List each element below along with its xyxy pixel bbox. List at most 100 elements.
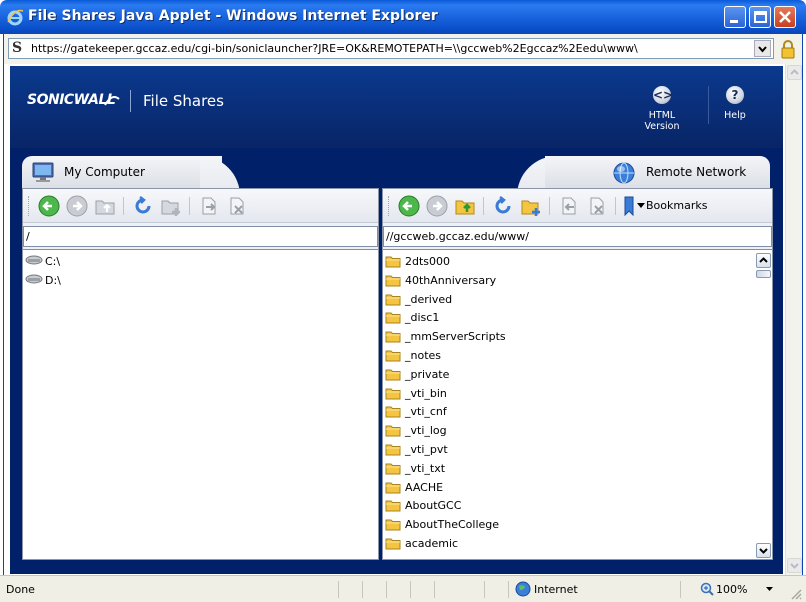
status-bar: Done Internet 100% [0, 575, 806, 602]
folder-icon [385, 538, 401, 550]
computer-icon [32, 162, 54, 182]
window-title-bar[interactable]: File Shares Java Applet - Windows Intern… [0, 0, 806, 34]
folder-icon [385, 500, 401, 512]
remote-file-list[interactable]: 2dts000 40thAnniversary _derived _disc1 _mmS… [383, 249, 772, 559]
page-scrollbar[interactable] [785, 64, 802, 575]
local-pane: / C:\ D:\ [22, 188, 379, 560]
help-label: Help [724, 110, 746, 121]
close-button[interactable] [774, 6, 796, 28]
status-divider [434, 581, 435, 598]
up-folder-icon[interactable] [93, 194, 117, 218]
toolbar-separator [549, 197, 550, 215]
chevron-down-icon [637, 203, 645, 208]
list-item-label: AACHE [405, 480, 444, 494]
list-item-label: _vti_pvt [405, 443, 448, 456]
new-folder-icon[interactable] [159, 194, 183, 218]
scroll-thumb[interactable] [756, 270, 771, 278]
chevron-up-icon [790, 69, 799, 75]
remote-path-field[interactable]: //gccweb.gccaz.edu/www/ [383, 226, 772, 247]
help-button[interactable]: ? Help [720, 86, 750, 121]
folder-icon [385, 425, 401, 437]
delete-icon[interactable] [585, 194, 609, 218]
list-item-label: _derived [405, 292, 453, 306]
page-content: SONICWALL File Shares <> HTML Version ? … [3, 64, 803, 575]
toolbar-grip [388, 196, 390, 216]
remote-toolbar: Bookmarks [383, 189, 772, 223]
html-version-label: HTML Version [644, 110, 680, 132]
scroll-up-button[interactable] [756, 253, 771, 268]
window-title: File Shares Java Applet - Windows Intern… [28, 8, 438, 24]
toolbar-separator [615, 197, 616, 215]
list-item-label: _vti_cnf [405, 405, 447, 419]
list-item-label: 40thAnniversary [405, 273, 497, 287]
list-item-label: _vti_bin [405, 386, 447, 400]
chevron-down-icon [759, 548, 768, 554]
ie-logo-icon [7, 9, 24, 26]
back-icon[interactable] [397, 194, 421, 218]
back-icon[interactable] [37, 194, 61, 218]
folder-icon [385, 294, 401, 306]
minimize-icon [730, 20, 738, 23]
resize-grip-icon[interactable] [790, 588, 802, 600]
folder-icon [385, 388, 401, 400]
tab-my-computer-edge [200, 156, 252, 188]
delete-icon[interactable] [225, 194, 249, 218]
upload-icon[interactable] [197, 194, 221, 218]
status-divider [410, 581, 411, 598]
header-divider [708, 86, 709, 124]
tab-remote-network-label: Remote Network [646, 165, 747, 179]
local-toolbar [23, 189, 378, 223]
minimize-button[interactable] [724, 6, 746, 28]
status-divider [362, 581, 363, 598]
address-bar: S https://gatekeeper.gccaz.edu/cgi-bin/s… [3, 34, 803, 64]
refresh-icon[interactable] [131, 194, 155, 218]
folder-icon [385, 444, 401, 456]
list-item-label: _disc1 [405, 311, 440, 325]
folder-icon [385, 519, 401, 531]
folder-icon [385, 482, 401, 494]
local-file-list[interactable]: C:\ D:\ [23, 249, 378, 559]
new-folder-icon[interactable] [519, 194, 543, 218]
drive-icon [25, 274, 43, 284]
folder-icon [385, 256, 401, 268]
status-divider [484, 581, 485, 598]
zoom-dropdown-icon[interactable] [766, 587, 774, 592]
up-folder-icon[interactable] [453, 194, 477, 218]
sonicwall-swoosh-icon [104, 96, 120, 106]
status-text: Done [6, 583, 35, 596]
maximize-button[interactable] [749, 6, 771, 28]
forward-icon[interactable] [425, 194, 449, 218]
list-item-label: AboutTheCollege [405, 518, 500, 532]
list-item-label: D:\ [45, 274, 61, 287]
list-item-label: C:\ [45, 255, 61, 268]
chevron-down-icon [790, 563, 799, 569]
list-item-label: academic [405, 537, 459, 550]
refresh-icon[interactable] [491, 194, 515, 218]
download-icon[interactable] [557, 194, 581, 218]
scroll-down-button[interactable] [756, 543, 771, 558]
remote-list-scrollbar[interactable] [756, 253, 771, 559]
page-scroll-down-button[interactable] [787, 558, 802, 573]
status-divider [338, 581, 339, 598]
zoom-icon[interactable] [700, 582, 714, 596]
forward-icon[interactable] [65, 194, 89, 218]
chevron-up-icon [759, 257, 768, 263]
html-version-icon: <> [653, 86, 674, 104]
lock-icon[interactable] [779, 39, 797, 59]
list-item-label: AboutGCC [405, 499, 462, 513]
list-item-label: _notes [405, 349, 442, 362]
url-text[interactable]: https://gatekeeper.gccaz.edu/cgi-bin/son… [31, 42, 638, 55]
maximize-icon [754, 11, 767, 23]
local-path-field[interactable]: / [23, 226, 378, 247]
drive-icon [25, 255, 43, 265]
folder-icon [385, 350, 401, 362]
folder-icon [385, 275, 401, 287]
help-icon: ? [726, 86, 744, 104]
html-version-button[interactable]: <> HTML Version [632, 86, 692, 132]
address-dropdown-button[interactable] [754, 40, 771, 57]
close-icon [779, 11, 791, 23]
list-item-label: _private [405, 367, 450, 381]
zoom-level[interactable]: 100% [716, 583, 747, 596]
page-scroll-up-button[interactable] [787, 65, 802, 80]
url-field[interactable]: S https://gatekeeper.gccaz.edu/cgi-bin/s… [8, 38, 774, 59]
